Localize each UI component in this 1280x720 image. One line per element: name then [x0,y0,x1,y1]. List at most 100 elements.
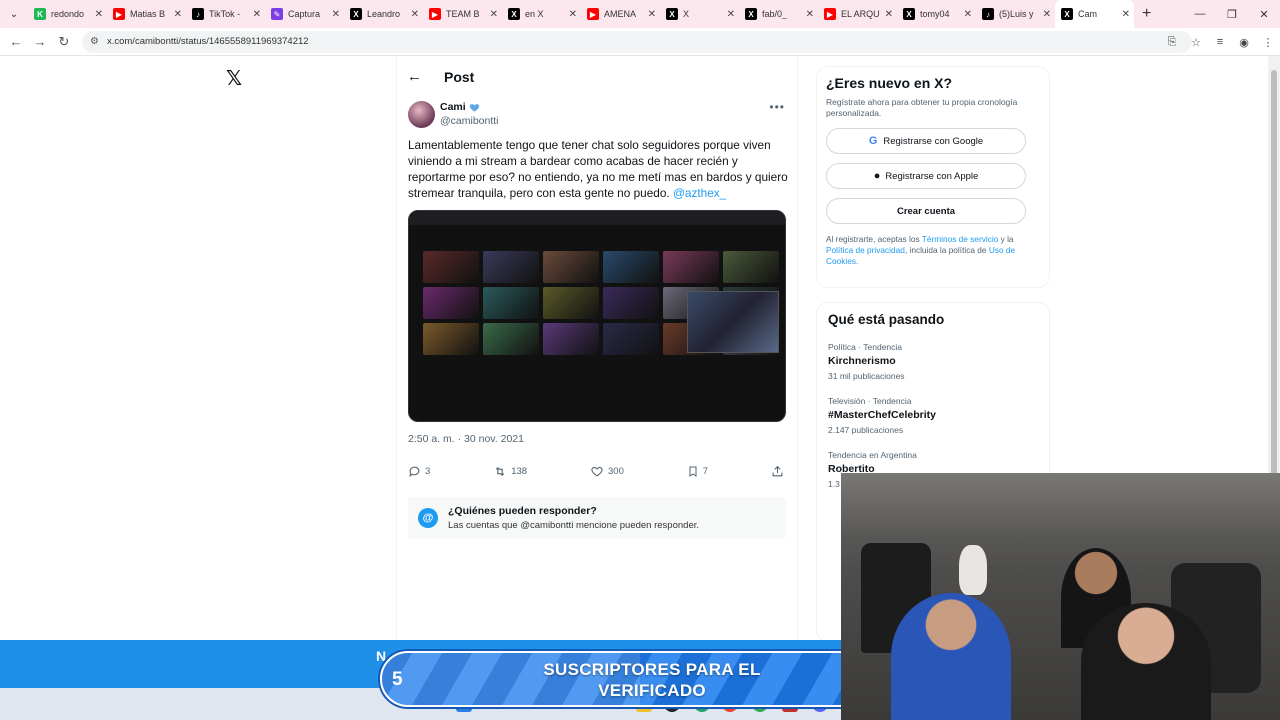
image-thumbnail [543,251,599,283]
goal-label: SUSCRIPTORES PARA EL VERIFICADO [543,660,761,700]
url-input[interactable]: ⚙ x.com/camibontti/status/14655589119693… [82,30,1192,53]
tab-close-icon[interactable]: ✕ [411,9,419,20]
browser-tab[interactable]: ♪ (5)Luis y ✕ [976,0,1055,28]
window-controls: — ❐ ✕ [1184,0,1280,28]
browser-tab[interactable]: ♪ TikTok - ✕ [186,0,265,28]
page-title: Post [444,68,475,85]
tab-favicon-icon: ▶ [587,8,599,20]
tab-close-icon[interactable]: ✕ [648,9,656,20]
address-bar-actions: ⎘ ☆ ≡ ◉ ⋮ [1160,28,1280,56]
post-mention-link[interactable]: @azthex_ [673,186,726,200]
tab-close-icon[interactable]: ✕ [1043,9,1051,20]
browser-tab[interactable]: Kredondo ✕ [28,0,107,28]
plush-dog [959,545,987,595]
trend-name: #MasterChefCelebrity [828,409,936,421]
media-control-icon[interactable]: ≡ [1208,36,1232,48]
legal-text-1: Al registrarte, aceptas los [826,234,922,244]
restore-icon[interactable]: ❐ [1216,8,1248,21]
browser-tab[interactable]: ▶ EL ARQU ✕ [818,0,897,28]
tab-title: EL ARQU [841,9,880,19]
tab-close-icon[interactable]: ✕ [806,9,814,20]
tab-close-icon[interactable]: ✕ [253,9,261,20]
image-thumbnail [723,251,779,283]
signup-title: ¿Eres nuevo en X? [826,75,953,91]
browser-tab[interactable]: X Leandro ✕ [344,0,423,28]
tab-close-icon[interactable]: ✕ [569,9,577,20]
avatar[interactable] [408,101,435,128]
signup-google-button[interactable]: G Registrarse con Google [826,128,1026,154]
tab-close-icon[interactable]: ✕ [964,9,972,20]
tab-close-icon[interactable]: ✕ [174,9,182,20]
browser-tab[interactable]: Xfab/0_ ✕ [739,0,818,28]
reload-icon[interactable]: ↻ [52,34,76,50]
tab-favicon-icon: X [350,8,362,20]
menu-kebab-icon[interactable]: ⋮ [1256,36,1280,49]
profile-icon[interactable]: ◉ [1232,36,1256,49]
install-icon[interactable]: ⎘ [1160,36,1184,49]
browser-tab[interactable]: ▶ AMENA ✕ [581,0,660,28]
signup-google-label: Registrarse con Google [883,135,984,147]
tab-close-icon[interactable]: ✕ [95,9,103,20]
browser-tab[interactable]: X X ✕ [660,0,739,28]
author-name[interactable]: Cami [440,101,466,113]
privacy-link[interactable]: Política de privacidad [826,245,905,255]
trend-item[interactable]: Televisión · Tendencia #MasterChefCelebri… [828,396,1038,435]
trend-list: Política · Tendencia Kirchnerismo 31 mil p… [828,342,1038,489]
reply-restriction-text: Las cuentas que @camibontti mencione pue… [448,520,700,531]
x-logo-icon[interactable]: 𝕏 [226,66,242,91]
terms-link[interactable]: Términos de servicio [922,234,999,244]
author-handle[interactable]: @camibontti [440,115,499,127]
legal-text-3: , incluida la política de [904,245,989,255]
tab-close-icon[interactable]: ✕ [1122,9,1130,20]
new-tab-icon[interactable]: + [1142,5,1151,23]
minimize-icon[interactable]: — [1184,8,1216,20]
tab-close-icon[interactable]: ✕ [490,9,498,20]
like-button[interactable]: 300 [590,465,624,478]
share-button[interactable] [771,465,788,478]
bookmark-star-icon[interactable]: ☆ [1184,36,1208,49]
image-thumbnail [423,251,479,283]
tab-close-icon[interactable]: ✕ [727,9,735,20]
post-author: Cami @camibontti [408,101,499,128]
back-arrow-icon[interactable]: ← [407,68,422,85]
tab-close-icon[interactable]: ✕ [885,9,893,20]
browser-tab[interactable]: ▶ Matias B ✕ [107,0,186,28]
repost-button[interactable]: 138 [493,465,527,478]
browser-tab[interactable]: ▶ TEAM B ✕ [423,0,502,28]
browser-tab[interactable]: Xen X ✕ [502,0,581,28]
reply-button[interactable]: 3 [408,465,430,478]
post-image[interactable] [408,210,786,422]
reply-count: 3 [425,466,431,477]
signup-apple-button[interactable]: ● Registrarse con Apple [826,163,1026,189]
image-webcam-frame [687,291,779,353]
back-arrow-icon[interactable]: ← [4,34,28,49]
tab-title: Leandro [367,9,401,19]
tab-close-icon[interactable]: ✕ [332,9,340,20]
tab-favicon-icon: X [666,8,678,20]
trend-count: 2.147 publicaciones [828,425,904,435]
trend-item[interactable]: Política · Tendencia Kirchnerismo 31 mil p… [828,342,1038,381]
site-info-icon[interactable]: ⚙ [90,36,99,47]
trends-title: Qué está pasando [828,312,945,327]
tab-search-icon[interactable]: ⌄ [0,0,28,28]
image-thumbnail [603,287,659,319]
trend-category: Tendencia en Argentina [828,450,917,460]
bookmark-button[interactable]: 7 [687,465,708,478]
at-sign-icon: @ [418,508,438,528]
post-timestamp[interactable]: 2:50 a. m. · 30 nov. 2021 [408,433,524,445]
trend-name: Kirchnerismo [828,355,896,367]
signup-apple-label: Registrarse con Apple [885,170,979,182]
create-account-button[interactable]: Crear cuenta [826,198,1026,224]
more-options-icon[interactable]: ••• [769,100,785,114]
person-left [891,593,1011,720]
webcam-wall [841,473,1280,533]
browser-tab[interactable]: Xtomy04 ✕ [897,0,976,28]
browser-tab[interactable]: ✎ Captura ✕ [265,0,344,28]
forward-arrow-icon[interactable]: → [28,34,52,49]
create-account-label: Crear cuenta [896,205,956,217]
close-window-icon[interactable]: ✕ [1248,8,1280,21]
reply-restriction-title: ¿Quiénes pueden responder? [448,505,597,517]
tab-title: AMENA [604,9,637,19]
browser-tab[interactable]: X Cam ✕ [1055,0,1134,28]
image-browser-bar [409,211,785,225]
